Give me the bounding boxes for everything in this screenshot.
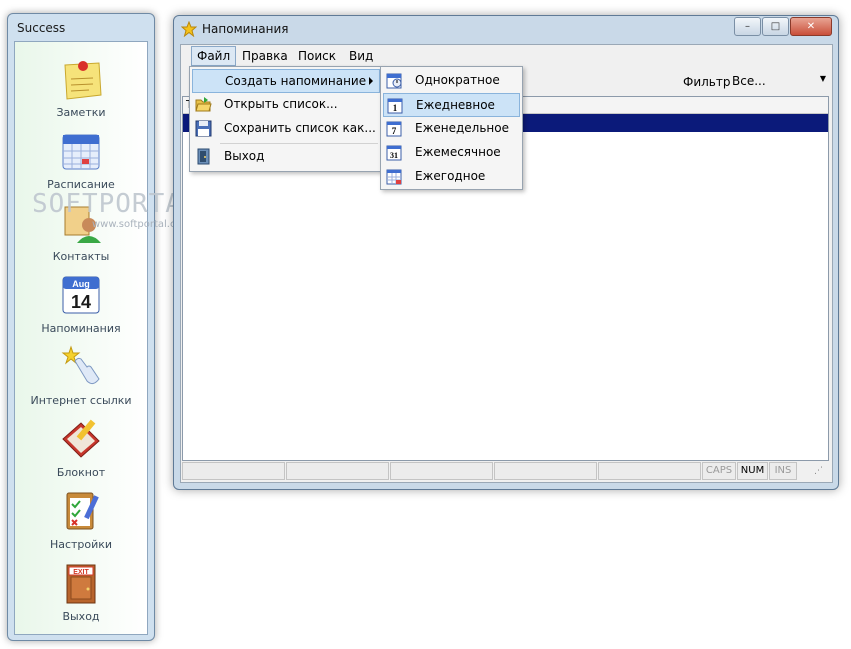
menu-item-monthly[interactable]: 31 Ежемесячное — [383, 141, 520, 163]
calendar-aug-14-icon: Aug 14 — [62, 276, 100, 314]
menu-item-label: Создать напоминание — [225, 74, 367, 88]
resize-grip-icon[interactable]: ⋰ — [814, 466, 823, 476]
calendar-weekly-icon: 7 — [386, 121, 402, 137]
menu-item-daily[interactable]: 1 Ежедневное — [383, 93, 520, 117]
launcher-item-label: Интернет ссылки — [30, 394, 132, 407]
launcher-item-label: Напоминания — [41, 322, 121, 335]
menu-item-save-list-as[interactable]: Сохранить список как... — [192, 117, 380, 139]
menu-item-label: Выход — [224, 149, 265, 163]
notebook-pencil-icon — [62, 419, 100, 458]
checklist-pencil-icon — [66, 492, 99, 530]
menu-item-label: Еженедельное — [415, 121, 509, 135]
launcher-item-schedule[interactable]: Расписание — [15, 129, 147, 191]
submenu-arrow-icon — [369, 77, 373, 85]
menu-search[interactable]: Поиск — [293, 47, 341, 65]
svg-text:Aug: Aug — [72, 279, 90, 289]
filter-label: Фильтр — [683, 75, 731, 89]
launcher-item-notepad[interactable]: Блокнот — [15, 417, 147, 479]
status-cell — [494, 462, 597, 480]
menu-bar: Файл Правка Поиск Вид — [181, 45, 832, 67]
star-icon — [181, 21, 197, 37]
menu-separator — [220, 143, 378, 144]
close-button[interactable]: ✕ — [790, 17, 832, 36]
menu-item-weekly[interactable]: 7 Еженедельное — [383, 117, 520, 139]
filter-dropdown[interactable]: Все... ▼ — [732, 73, 828, 89]
status-cell — [182, 462, 285, 480]
launcher-item-label: Настройки — [49, 538, 113, 551]
svg-text:31: 31 — [390, 151, 398, 160]
launcher-item-label: Блокнот — [56, 466, 106, 479]
sticky-note-icon — [64, 61, 102, 100]
svg-text:EXIT: EXIT — [73, 569, 89, 576]
menu-item-once[interactable]: Однократное — [383, 69, 520, 91]
menu-item-create-reminder[interactable]: Создать напоминание — [192, 69, 380, 93]
status-cell — [598, 462, 701, 480]
chevron-down-icon: ▼ — [819, 74, 826, 83]
menu-item-label: Ежемесячное — [415, 145, 501, 159]
launcher-item-label: Контакты — [52, 250, 110, 263]
open-folder-icon — [195, 97, 212, 112]
status-cell — [286, 462, 389, 480]
maximize-button[interactable]: □ — [762, 17, 789, 36]
num-indicator: NUM — [737, 462, 768, 480]
menu-item-open-list[interactable]: Открыть список... — [192, 93, 380, 115]
menu-item-exit[interactable]: Выход — [192, 145, 380, 167]
status-bar: CAPS NUM INS ⋰ — [182, 462, 828, 480]
launcher-item-settings[interactable]: Настройки — [15, 489, 147, 551]
svg-text:7: 7 — [392, 126, 397, 136]
caps-indicator: CAPS — [702, 462, 736, 480]
exit-door-icon — [197, 148, 210, 165]
pointing-hand-star-icon — [61, 345, 100, 385]
menu-item-label: Ежегодное — [415, 169, 486, 183]
menu-item-label: Сохранить список как... — [224, 121, 376, 135]
menu-view[interactable]: Вид — [344, 47, 378, 65]
calendar-once-icon — [386, 73, 402, 89]
launcher-window: Success Заметки Расписание Контакты Aug … — [7, 13, 155, 641]
svg-text:14: 14 — [71, 292, 91, 312]
window-controls: – □ ✕ — [733, 17, 832, 36]
calendar-daily-icon: 1 — [387, 98, 403, 114]
launcher-item-label: Выход — [62, 610, 100, 623]
svg-text:1: 1 — [393, 103, 398, 113]
floppy-disk-icon — [195, 120, 212, 137]
launcher-item-notes[interactable]: Заметки — [15, 57, 147, 119]
launcher-item-internet-links[interactable]: Интернет ссылки — [15, 345, 147, 407]
calendar-monthly-icon: 31 — [386, 145, 402, 161]
window-title: Напоминания — [202, 22, 289, 36]
menu-item-label: Однократное — [415, 73, 500, 87]
menu-item-yearly[interactable]: Ежегодное — [383, 165, 520, 187]
menu-item-label: Ежедневное — [416, 98, 495, 112]
exit-door-icon: EXIT — [66, 564, 96, 604]
calendar-yearly-icon — [386, 169, 402, 185]
create-reminder-submenu: Однократное 1 Ежедневное 7 Еженедельное … — [380, 66, 523, 190]
calendar-grid-icon — [62, 134, 100, 170]
launcher-item-exit[interactable]: EXIT Выход — [15, 561, 147, 623]
filter-value: Все... — [732, 74, 766, 88]
launcher-item-reminders[interactable]: Aug 14 Напоминания — [15, 273, 147, 335]
status-cell — [390, 462, 493, 480]
minimize-button[interactable]: – — [734, 17, 761, 36]
menu-item-label: Открыть список... — [224, 97, 338, 111]
menu-file[interactable]: Файл — [191, 46, 237, 66]
launcher-title: Success — [17, 21, 66, 35]
file-menu: Создать напоминание Открыть список... Со… — [189, 66, 383, 172]
launcher-item-label: Заметки — [56, 106, 106, 119]
menu-edit[interactable]: Правка — [237, 47, 293, 65]
ins-indicator: INS — [769, 462, 797, 480]
launcher-panel: Заметки Расписание Контакты Aug 14 Напом… — [14, 41, 148, 635]
